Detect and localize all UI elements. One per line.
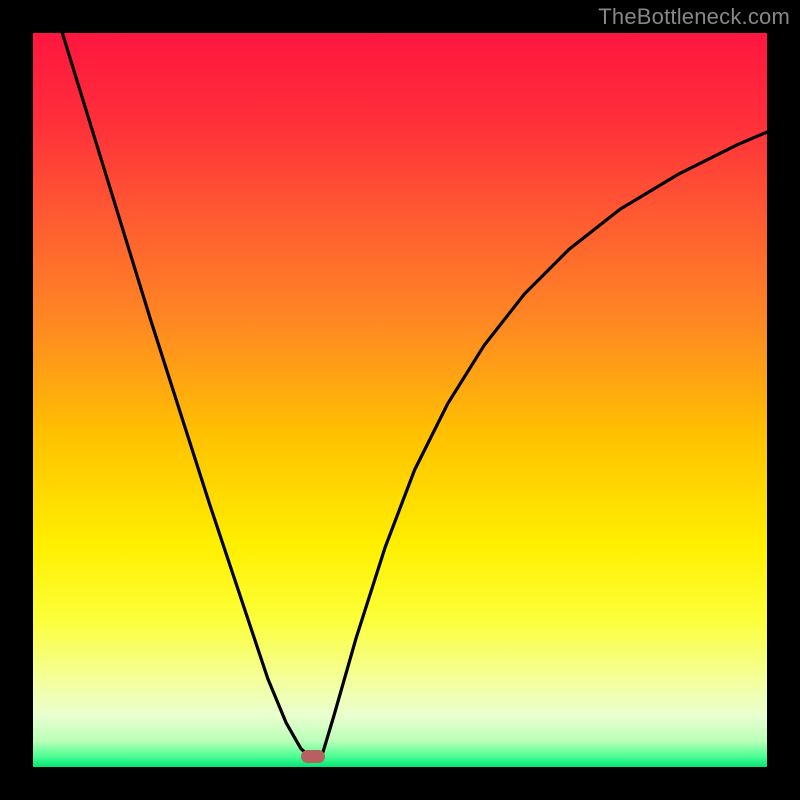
bottleneck-curve bbox=[33, 33, 767, 767]
watermark-text: TheBottleneck.com bbox=[598, 4, 790, 30]
chart-frame: TheBottleneck.com bbox=[0, 0, 800, 800]
plot-area bbox=[33, 33, 767, 767]
optimum-marker bbox=[301, 750, 325, 763]
